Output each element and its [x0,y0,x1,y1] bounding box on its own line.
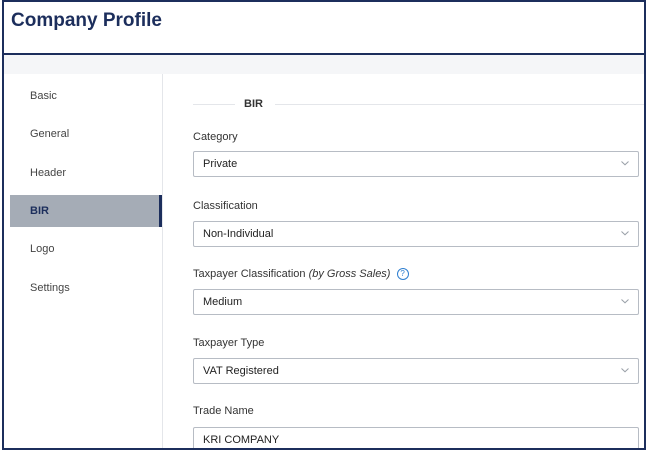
category-select[interactable]: Private [193,151,639,177]
sidebar-item-label: General [30,128,70,140]
main-content: BIR Category Private Classification Non-… [163,74,644,448]
sidebar-item-label: Basic [30,90,57,102]
sidebar-item-label: BIR [30,205,49,217]
sidebar-item-header[interactable]: Header [10,157,162,189]
company-profile-window: Company Profile Basic General Header BIR… [2,0,646,450]
classification-label: Classification [193,200,258,212]
section-divider [193,104,235,105]
page-title: Company Profile [11,10,162,31]
taxpayer-classification-label: Taxpayer Classification (by Gross Sales)… [193,268,409,280]
sidebar-item-label: Logo [30,243,55,255]
sidebar-item-bir[interactable]: BIR [10,195,162,227]
classification-value: Non-Individual [203,228,274,240]
taxpayer-type-value: VAT Registered [203,365,279,377]
taxpayer-classification-value: Medium [203,296,243,308]
taxpayer-classification-select[interactable]: Medium [193,289,639,315]
page-header: Company Profile [4,2,644,55]
classification-select[interactable]: Non-Individual [193,221,639,247]
help-circle-icon[interactable]: ? [396,268,409,280]
chevron-down-icon [621,161,629,166]
trade-name-label: Trade Name [193,405,254,417]
sidebar-item-settings[interactable]: Settings [10,272,162,304]
category-value: Private [203,158,238,170]
sidebar: Basic General Header BIR Logo Settings [4,74,163,448]
sidebar-item-label: Settings [30,282,70,294]
taxpayer-classification-label-text: Taxpayer Classification [193,268,306,280]
chevron-down-icon [621,368,629,373]
category-label: Category [193,131,238,143]
section-divider [275,104,644,105]
sidebar-item-label: Header [30,167,67,179]
sidebar-item-general[interactable]: General [10,118,162,150]
sidebar-item-basic[interactable]: Basic [10,80,162,112]
sidebar-item-logo[interactable]: Logo [10,233,162,265]
chevron-down-icon [621,299,629,304]
taxpayer-type-select[interactable]: VAT Registered [193,358,639,384]
chevron-down-icon [621,231,629,236]
taxpayer-type-label: Taxpayer Type [193,337,265,349]
trade-name-input[interactable] [193,427,639,448]
header-divider-strip [4,55,644,74]
taxpayer-classification-label-note: (by Gross Sales) [308,268,391,280]
section-title: BIR [244,98,263,110]
